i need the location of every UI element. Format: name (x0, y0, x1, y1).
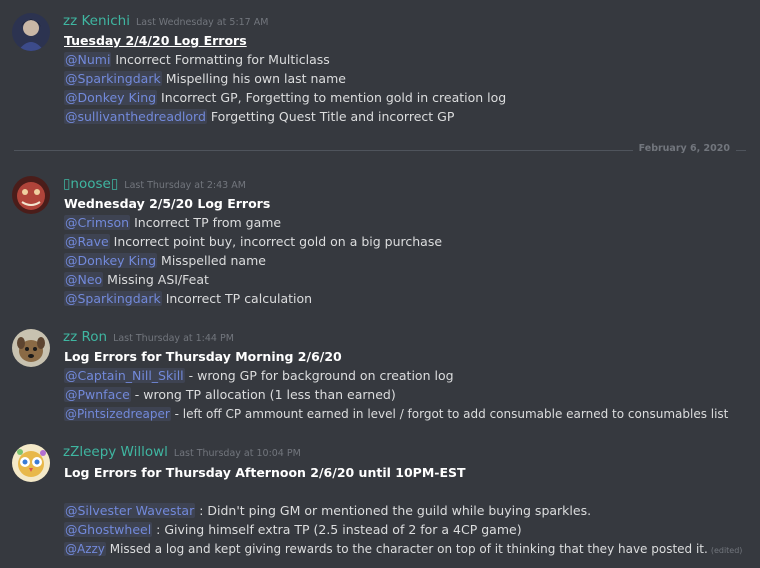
user-mention[interactable]: @Donkey King (64, 253, 158, 268)
user-mention[interactable]: @Captain_Nill_Skill (64, 368, 185, 383)
message-line: @Sparkingdark Incorrect TP calculation (64, 291, 313, 306)
user-mention[interactable]: @Sparkingdark (64, 291, 162, 306)
message-line: @Sparkingdark Mispelling his own last na… (64, 71, 346, 86)
message-line: @Pintsizedreaper - left off CP ammount e… (64, 407, 729, 421)
date-divider: February 6, 2020 (14, 143, 746, 154)
user-mention[interactable]: @Donkey King (64, 90, 158, 105)
user-mention[interactable]: @Pwnface (64, 387, 131, 402)
user-mention[interactable]: @Pintsizedreaper (64, 407, 171, 421)
message-line: @Pwnface - wrong TP allocation (1 less t… (64, 387, 396, 402)
username[interactable]: ▯noose▯ (63, 176, 118, 192)
avatar[interactable] (12, 13, 50, 51)
message-title: Wednesday 2/5/20 Log Errors (64, 196, 271, 211)
user-mention[interactable]: @Crimson (64, 215, 131, 230)
message-title: Tuesday 2/4/20 Log Errors (64, 33, 247, 48)
dog-avatar-icon (12, 329, 50, 367)
user-mention[interactable]: @Rave (64, 234, 110, 249)
edited-indicator: (edited) (710, 546, 743, 555)
message-line: @Rave Incorrect point buy, incorrect gol… (64, 234, 443, 249)
message-line: @Crimson Incorrect TP from game (64, 215, 282, 230)
message-line: @Donkey King Misspelled name (64, 253, 266, 268)
message-line: @sullivanthedreadlord Forgetting Quest T… (64, 109, 455, 124)
timestamp: Last Thursday at 10:04 PM (173, 448, 301, 459)
user-mention[interactable]: @Silvester Wavestar (64, 503, 196, 518)
user-mention[interactable]: @Numi (64, 52, 112, 67)
message-line: @Numi Incorrect Formatting for Multiclas… (64, 52, 330, 67)
avatar[interactable] (12, 176, 50, 214)
message-line: @Captain_Nill_Skill - wrong GP for backg… (64, 368, 454, 383)
timestamp: Last Wednesday at 5:17 AM (136, 17, 269, 28)
message-line: @Azzy Missed a log and kept giving rewar… (64, 542, 743, 556)
username[interactable]: zz Ron (63, 329, 107, 345)
username[interactable]: zz Kenichi (63, 13, 130, 29)
user-mention[interactable]: @sullivanthedreadlord (64, 109, 207, 124)
user-mention[interactable]: @Ghostwheel (64, 522, 153, 537)
anime-character-avatar-icon (12, 13, 50, 51)
user-mention[interactable]: @Neo (64, 272, 104, 287)
user-mention[interactable]: @Sparkingdark (64, 71, 162, 86)
red-creature-avatar-icon (12, 176, 50, 214)
avatar[interactable] (12, 444, 50, 482)
user-mention[interactable]: @Azzy (64, 542, 106, 556)
message-title: Log Errors for Thursday Afternoon 2/6/20… (64, 465, 466, 480)
message-line: @Silvester Wavestar : Didn't ping GM or … (64, 503, 592, 518)
colorful-owl-avatar-icon (12, 444, 50, 482)
username[interactable]: zZleepy Willowl (63, 444, 168, 460)
message-line: @Neo Missing ASI/Feat (64, 272, 209, 287)
timestamp: Last Thursday at 2:43 AM (124, 180, 246, 191)
message-line: @Donkey King Incorrect GP, Forgetting to… (64, 90, 507, 105)
message-line: @Ghostwheel : Giving himself extra TP (2… (64, 522, 522, 537)
timestamp: Last Thursday at 1:44 PM (113, 333, 234, 344)
avatar[interactable] (12, 329, 50, 367)
message-title: Log Errors for Thursday Morning 2/6/20 (64, 349, 342, 364)
date-divider-label: February 6, 2020 (632, 143, 736, 154)
